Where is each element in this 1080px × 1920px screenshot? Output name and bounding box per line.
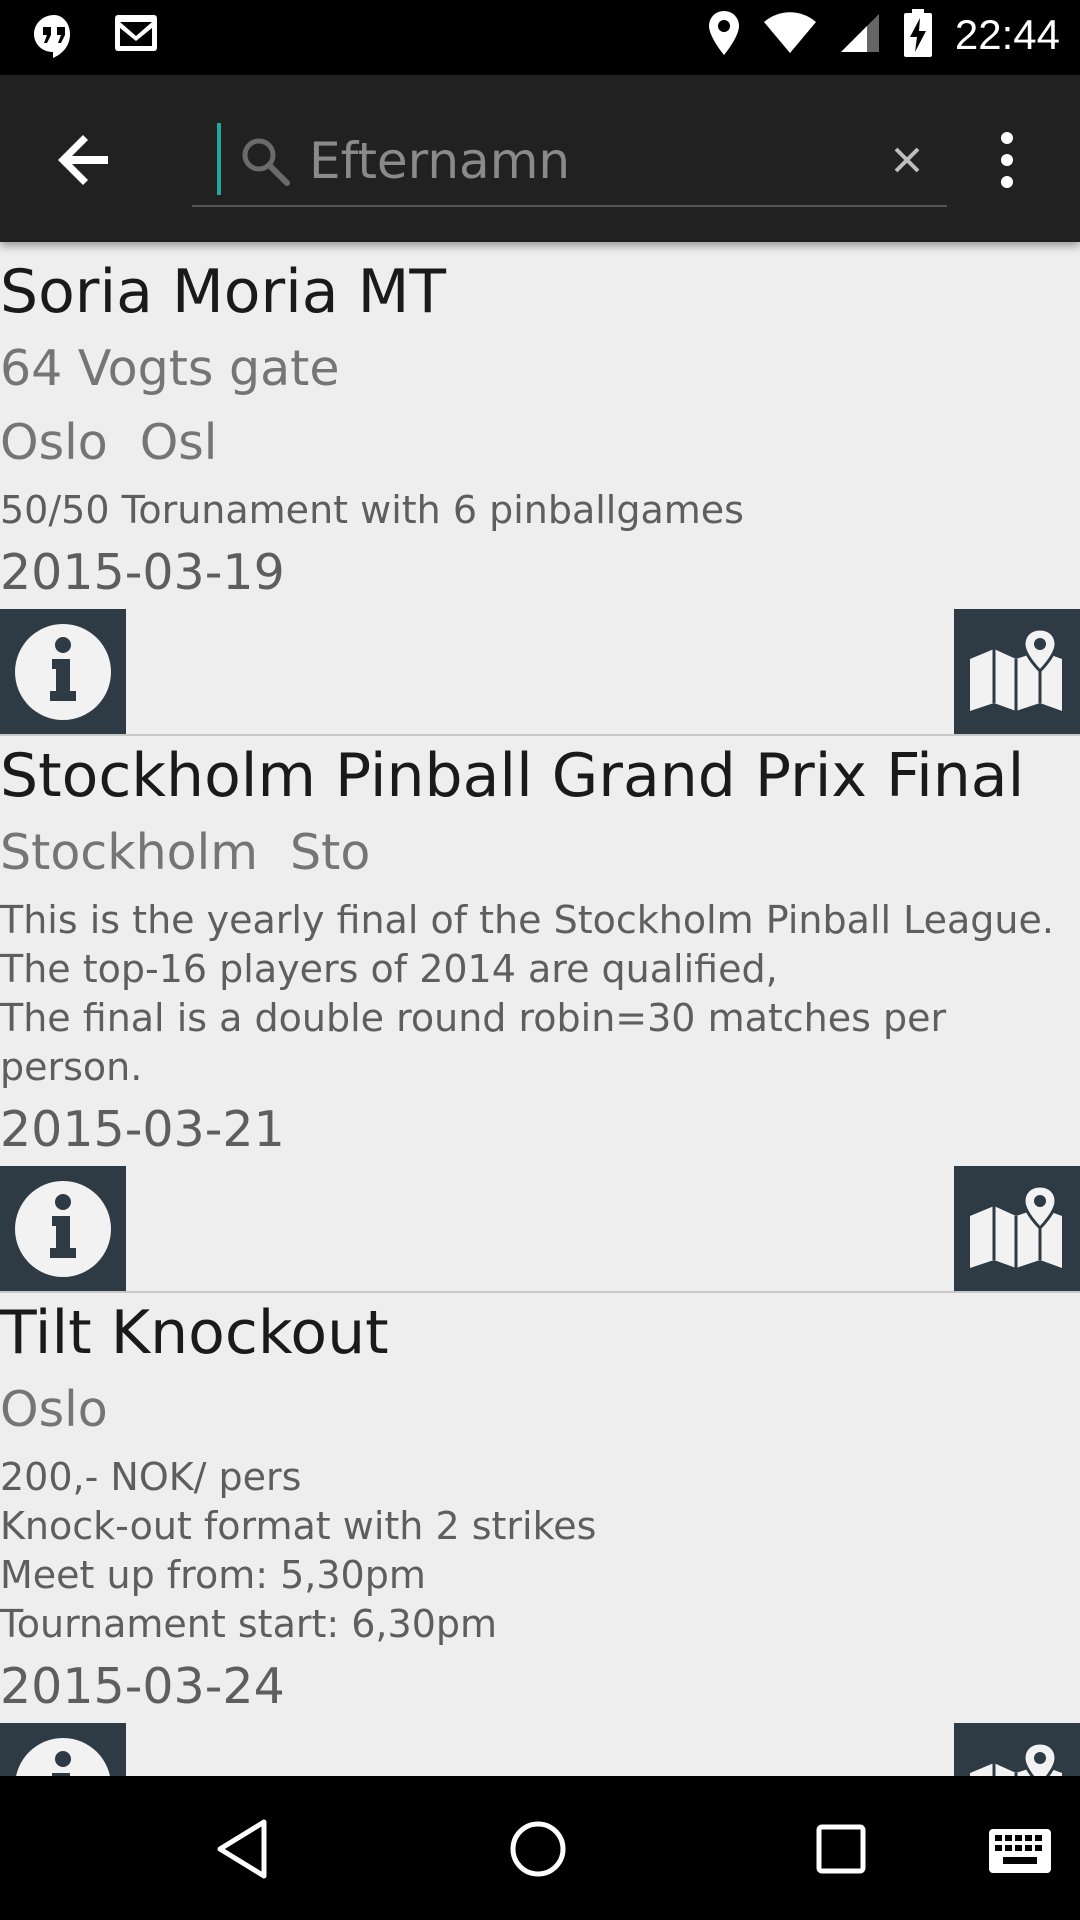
event-city-short: Sto <box>290 824 371 881</box>
map-button[interactable] <box>954 1166 1080 1291</box>
map-icon <box>970 1184 1062 1268</box>
event-location: Oslo <box>0 1373 1080 1447</box>
info-icon <box>16 1738 110 1776</box>
search-input[interactable] <box>307 125 851 197</box>
info-button[interactable] <box>0 1166 126 1291</box>
event-date: 2015-03-19 <box>0 544 285 601</box>
nav-recents-button[interactable] <box>808 1816 874 1882</box>
gmail-icon <box>112 12 160 64</box>
event-address: 64 Vogts gate <box>0 340 340 397</box>
event-actions <box>0 609 1080 734</box>
status-bar: 22:44 <box>0 0 1080 75</box>
text-cursor <box>217 123 221 195</box>
map-button[interactable] <box>954 1723 1080 1776</box>
keyboard-icon <box>989 1829 1051 1873</box>
list-item[interactable]: Tilt Knockout Oslo 200,- NOK/ pers Knock… <box>0 1293 1080 1776</box>
event-city-short: Osl <box>139 414 218 471</box>
list-item[interactable]: Soria Moria MT 64 Vogts gate Oslo Osl 50/… <box>0 242 1080 736</box>
wifi-icon <box>763 12 817 58</box>
nav-home-button[interactable] <box>503 1814 573 1884</box>
battery-charging-icon <box>903 8 933 62</box>
arrow-back-icon <box>58 135 108 185</box>
circle-home-icon <box>510 1821 566 1877</box>
keyboard-switch-button[interactable] <box>985 1821 1055 1881</box>
list-item[interactable]: Stockholm Pinball Grand Prix Final Stock… <box>0 736 1080 1293</box>
info-icon <box>15 1181 111 1277</box>
close-icon <box>894 147 920 173</box>
event-title: Stockholm Pinball Grand Prix Final <box>0 741 1025 811</box>
event-description: 50/50 Torunament with 6 pinballgames <box>0 488 744 532</box>
event-description: 200,- NOK/ pers Knock-out format with 2 … <box>0 1455 597 1646</box>
search-icon <box>242 138 290 186</box>
event-title: Tilt Knockout <box>0 1298 389 1368</box>
triangle-back-icon <box>217 1819 267 1879</box>
location-icon <box>707 9 741 61</box>
event-actions <box>0 1723 1080 1776</box>
event-city: Oslo <box>0 1381 108 1438</box>
info-button[interactable] <box>0 1723 126 1776</box>
toolbar <box>0 75 1080 242</box>
map-icon <box>970 627 1062 711</box>
status-time: 22:44 <box>954 11 1060 58</box>
event-date: 2015-03-21 <box>0 1101 285 1158</box>
map-icon <box>970 1741 1062 1776</box>
event-city: Oslo <box>0 414 108 471</box>
event-city: Stockholm <box>0 824 258 881</box>
navigation-bar <box>0 1776 1080 1920</box>
info-icon <box>15 624 111 720</box>
clear-search-button[interactable] <box>882 135 932 185</box>
info-button[interactable] <box>0 609 126 734</box>
event-location: Oslo Osl <box>0 406 1080 480</box>
event-location: Stockholm Sto <box>0 816 1080 890</box>
event-date: 2015-03-24 <box>0 1658 285 1715</box>
overflow-menu-button[interactable] <box>990 130 1024 190</box>
more-vert-icon <box>1001 132 1013 188</box>
event-list[interactable]: Soria Moria MT 64 Vogts gate Oslo Osl 50/… <box>0 242 1080 1776</box>
search-box[interactable] <box>192 113 947 207</box>
map-button[interactable] <box>954 609 1080 734</box>
signal-icon <box>839 12 881 58</box>
event-description: This is the yearly final of the Stockhol… <box>0 898 1054 1089</box>
event-title: Soria Moria MT <box>0 257 447 327</box>
nav-back-button[interactable] <box>208 1814 278 1884</box>
event-actions <box>0 1166 1080 1291</box>
back-button[interactable] <box>50 125 120 195</box>
hangouts-icon <box>30 12 78 64</box>
square-recents-icon <box>816 1824 866 1874</box>
